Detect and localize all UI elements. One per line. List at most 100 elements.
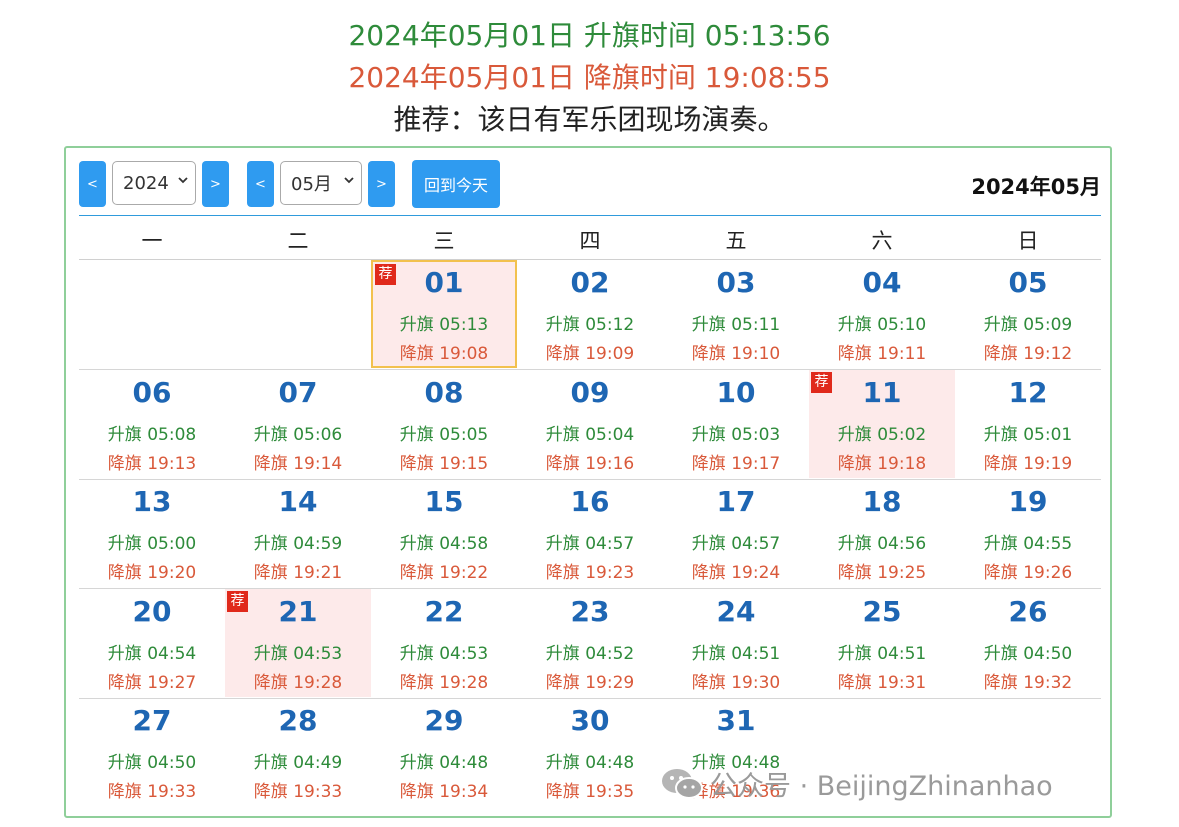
raise-time: 升旗 04:54: [79, 639, 225, 664]
raise-value: 04:57: [585, 534, 635, 554]
raise-value: 04:51: [731, 643, 781, 664]
weekday-header: 一 二 三 四 五 六 日: [79, 216, 1101, 260]
day-number: 06: [132, 375, 172, 409]
lower-label: 降旗: [983, 563, 1018, 583]
calendar-day-cell[interactable]: 29 升旗 04:48 降旗 19:34: [371, 698, 517, 806]
lower-time: 降旗 19:24: [663, 558, 809, 583]
calendar-day-cell[interactable]: 08 升旗 05:05 降旗 19:15: [371, 370, 517, 478]
day-number: 07: [278, 375, 318, 409]
raise-value: 04:48: [439, 753, 489, 773]
raise-label: 升旗: [983, 315, 1018, 335]
lower-label: 降旗: [691, 563, 726, 583]
day-number: 02: [570, 266, 610, 299]
raise-label: 升旗: [691, 424, 726, 445]
raise-label: 升旗: [399, 315, 434, 335]
calendar-day-cell[interactable]: 19 升旗 04:55 降旗 19:26: [955, 479, 1101, 587]
raise-label: 升旗: [107, 643, 142, 664]
lower-time: 降旗 19:14: [225, 449, 371, 474]
raise-time: 升旗 05:06: [225, 420, 371, 445]
lower-time: 降旗 19:22: [371, 558, 517, 583]
calendar-day-cell[interactable]: 14 升旗 04:59 降旗 19:21: [225, 479, 371, 587]
prev-month-button[interactable]: <: [247, 161, 274, 207]
lower-label: 降旗: [545, 563, 580, 583]
watermark-text: 公众号 · BeijingZhinanhao: [710, 771, 1053, 802]
lower-time: 降旗 19:15: [371, 449, 517, 474]
calendar-day-cell[interactable]: 10 升旗 05:03 降旗 19:17: [663, 370, 809, 478]
raise-value: 04:55: [1023, 534, 1073, 554]
calendar-day-cell[interactable]: 07 升旗 05:06 降旗 19:14: [225, 370, 371, 478]
calendar-day-cell[interactable]: 23 升旗 04:52 降旗 19:29: [517, 589, 663, 697]
lower-label: 降旗: [837, 563, 872, 583]
calendar-day-cell[interactable]: 17 升旗 04:57 降旗 19:24: [663, 479, 809, 587]
calendar-day-cell[interactable]: 20 升旗 04:54 降旗 19:27: [79, 589, 225, 697]
raise-time: 升旗 05:12: [517, 310, 663, 335]
calendar-day-cell[interactable]: 06 升旗 05:08 降旗 19:13: [79, 370, 225, 478]
day-number: 11: [862, 375, 902, 409]
calendar-day-cell[interactable]: 13 升旗 05:00 降旗 19:20: [79, 479, 225, 587]
calendar-day-cell[interactable]: 05 升旗 05:09 降旗 19:12: [955, 260, 1101, 368]
raise-time: 升旗 04:48: [371, 748, 517, 773]
day-number: 24: [716, 594, 756, 628]
calendar-day-cell[interactable]: 22 升旗 04:53 降旗 19:28: [371, 589, 517, 697]
lower-value: 19:33: [293, 782, 343, 802]
calendar-day-cell[interactable]: 荐 11 升旗 05:02 降旗 19:18: [809, 369, 955, 478]
lower-label: 降旗: [399, 453, 434, 474]
month-select[interactable]: 05月: [280, 161, 362, 205]
lower-time: 降旗 19:35: [517, 777, 663, 802]
raise-time: 升旗 05:00: [79, 529, 225, 554]
calendar-day-cell[interactable]: 18 升旗 04:56 降旗 19:25: [809, 479, 955, 587]
calendar-day-cell[interactable]: 04 升旗 05:10 降旗 19:11: [809, 260, 955, 368]
day-number: 08: [424, 375, 464, 409]
calendar-day-cell[interactable]: 12 升旗 05:01 降旗 19:19: [955, 370, 1101, 478]
lower-label: 降旗: [399, 782, 434, 802]
raise-label: 升旗: [691, 643, 726, 664]
lower-label: 降旗: [253, 453, 288, 474]
raise-time: 升旗 04:57: [663, 529, 809, 554]
calendar-day-cell[interactable]: 荐 01 升旗 05:13 降旗 19:08: [371, 260, 517, 368]
calendar-day-cell[interactable]: 30 升旗 04:48 降旗 19:35: [517, 698, 663, 806]
lower-value: 19:29: [585, 672, 635, 693]
raise-value: 04:57: [731, 534, 781, 554]
calendar-day-cell[interactable]: 24 升旗 04:51 降旗 19:30: [663, 589, 809, 697]
day-number: 28: [278, 704, 318, 737]
lower-label: 降旗: [545, 782, 580, 802]
back-to-today-button[interactable]: 回到今天: [412, 160, 500, 208]
lower-label: 降旗: [691, 453, 726, 474]
calendar-day-cell[interactable]: 09 升旗 05:04 降旗 19:16: [517, 370, 663, 478]
day-number: 17: [716, 485, 756, 518]
calendar-day-cell[interactable]: 28 升旗 04:49 降旗 19:33: [225, 698, 371, 806]
lower-value: 19:24: [731, 563, 781, 583]
calendar-day-cell[interactable]: 26 升旗 04:50 降旗 19:32: [955, 589, 1101, 697]
lower-time: 降旗 19:33: [225, 777, 371, 802]
day-number: 29: [424, 704, 464, 737]
next-month-button[interactable]: >: [368, 161, 395, 207]
calendar-day-cell[interactable]: 15 升旗 04:58 降旗 19:22: [371, 479, 517, 587]
prev-year-button[interactable]: <: [79, 161, 106, 207]
raise-value: 05:09: [1023, 315, 1073, 335]
next-year-button[interactable]: >: [202, 161, 229, 207]
sunrise-flag-raising-time: 2024年05月01日 升旗时间 05:13:56: [348, 19, 831, 52]
calendar-day-cell[interactable]: 27 升旗 04:50 降旗 19:33: [79, 698, 225, 806]
raise-label: 升旗: [545, 643, 580, 664]
day-number: 18: [862, 485, 902, 518]
lower-time: 降旗 19:32: [955, 668, 1101, 693]
calendar-day-cell[interactable]: 25 升旗 04:51 降旗 19:31: [809, 589, 955, 697]
raise-value: 05:13: [439, 315, 489, 335]
raise-value: 05:00: [147, 534, 197, 554]
calendar-toolbar: < 2024 > < 05月 > 回到今天 2024年05月: [79, 159, 1101, 216]
lower-time: 降旗 19:18: [809, 449, 955, 474]
calendar-day-cell[interactable]: 16 升旗 04:57 降旗 19:23: [517, 479, 663, 587]
current-month-title: 2024年05月: [971, 175, 1101, 199]
raise-label: 升旗: [107, 753, 142, 773]
raise-label: 升旗: [545, 753, 580, 773]
lower-time: 降旗 19:08: [373, 339, 515, 364]
calendar-day-cell[interactable]: 03 升旗 05:11 降旗 19:10: [663, 260, 809, 368]
lower-value: 19:27: [147, 672, 197, 693]
calendar-day-cell[interactable]: 荐 21 升旗 04:53 降旗 19:28: [225, 588, 371, 697]
lower-time: 降旗 19:25: [809, 558, 955, 583]
year-select[interactable]: 2024: [112, 161, 196, 205]
lower-value: 19:23: [585, 563, 635, 583]
raise-time: 升旗 05:08: [79, 420, 225, 445]
lower-time: 降旗 19:09: [517, 339, 663, 364]
calendar-day-cell[interactable]: 02 升旗 05:12 降旗 19:09: [517, 260, 663, 368]
